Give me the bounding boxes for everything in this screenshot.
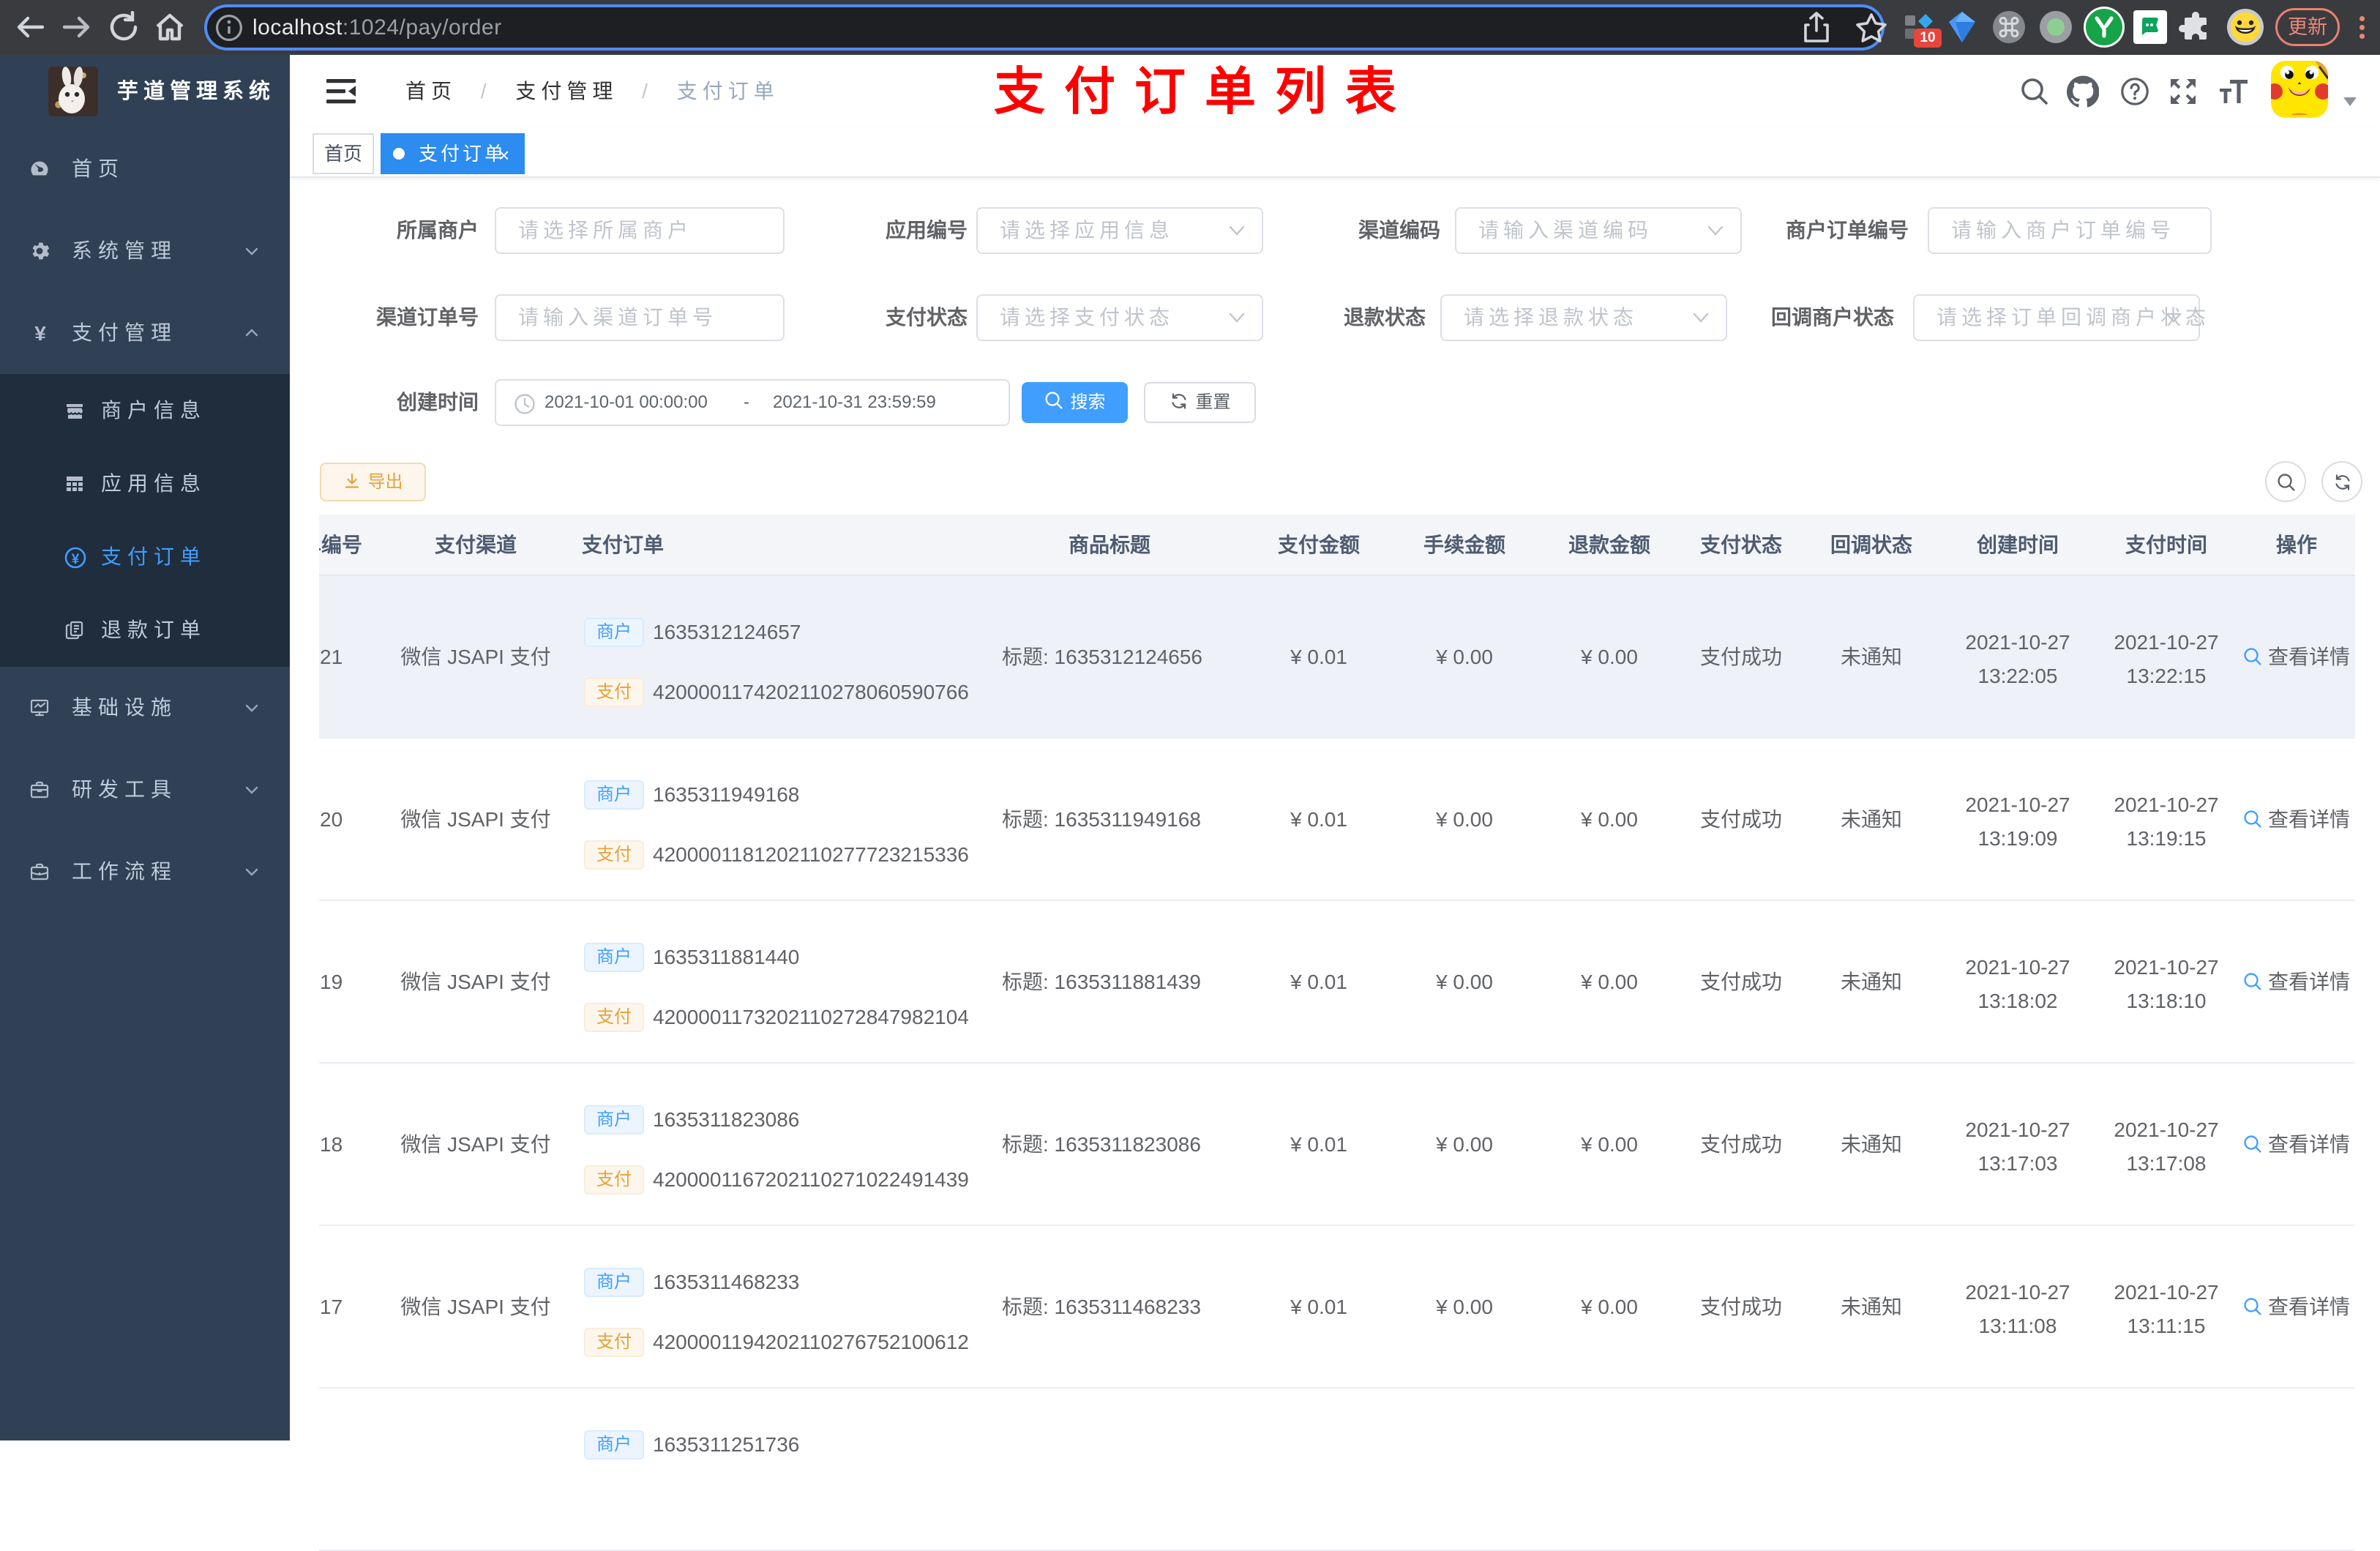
- svg-text:¥: ¥: [72, 552, 80, 567]
- svg-text:¥: ¥: [34, 323, 46, 345]
